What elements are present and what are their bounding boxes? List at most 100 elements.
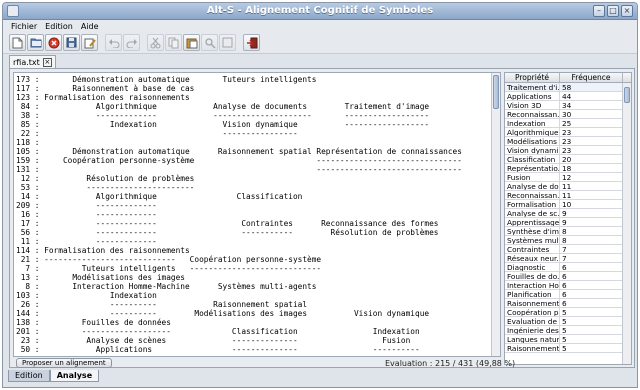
table-scrollbar[interactable] [622,83,631,364]
close-red-icon[interactable] [45,34,62,51]
property-cell: Interaction Ho... [507,281,560,289]
minimize-icon[interactable]: – [593,5,605,17]
table-row[interactable]: Apprentissage 9 [505,218,631,227]
table-row[interactable]: Classification 20 [505,155,631,164]
frequency-cell: 23 [560,146,623,154]
text-line: 84 : Algorithmique Analyse de documents … [16,102,430,111]
table-row[interactable]: Réseaux neur... 7 [505,254,631,263]
find-icon[interactable] [201,34,218,51]
property-cell: Contraintes [505,245,560,253]
table-row[interactable]: Applications 44 [505,92,631,101]
table-row[interactable]: Diagnostic 6 [505,263,631,272]
table-row[interactable]: Reconnaissan... 11 [505,191,631,200]
text-scrollbar[interactable] [491,73,500,356]
table-row[interactable]: Fusion 12 [505,173,631,182]
property-cell: Fusion [505,173,560,181]
alignment-text-area[interactable]: 173 : Démonstration automatique Tuteurs … [13,72,501,357]
table-row[interactable]: Synthèse d'im...8 [505,227,631,236]
frequency-cell: 6 [560,290,623,298]
menu-aide[interactable]: Aide [81,22,99,31]
text-line: 138 : Fouilles de données [16,318,171,327]
select-all-icon[interactable] [219,34,236,51]
cut-icon[interactable] [147,34,164,51]
title-bar[interactable]: Alt-S - Alignement Cognitif de Symboles … [3,3,637,20]
tab-edition[interactable]: Edition [8,370,50,382]
text-scroll-thumb[interactable] [493,75,499,109]
table-row[interactable]: Coopération p... 5 [505,308,631,317]
close-icon[interactable]: × [621,5,633,17]
table-row[interactable]: Analyse de do... 11 [505,182,631,191]
text-line: 23 : Analyse de scènes -------------- Fu… [16,336,411,345]
table-row[interactable]: Evaluation de ...5 [505,317,631,326]
property-cell: Vision 3D [505,101,560,109]
table-row[interactable]: Contraintes 7 [505,245,631,254]
table-row[interactable]: Raisonnement ...5 [505,344,631,353]
text-line: 17 : ------------- Contraintes Reconnais… [16,219,439,228]
text-line: 21 : ---------------------------- Coopér… [16,255,322,264]
column-header-propriete[interactable]: Propriété [505,73,560,82]
table-row[interactable]: Indexation 25 [505,119,631,128]
table-row[interactable]: Fouilles de do... 6 [505,272,631,281]
property-cell: Synthèse d'im... [507,227,560,235]
text-line: 85 : Indexation Vision dynamique -------… [16,120,430,129]
exit-icon[interactable] [243,34,260,51]
table-scroll-thumb[interactable] [624,87,630,103]
text-line: 53 : ----------------------- [16,183,195,192]
frequency-cell: 9 [560,218,623,226]
table-row[interactable]: Reconnaissan... 30 [505,110,631,119]
frequency-cell: 5 [560,326,623,334]
tab-analyse[interactable]: Analyse [49,370,100,382]
table-row[interactable]: Représentatio... 18 [505,164,631,173]
save-icon[interactable] [63,34,80,51]
property-cell: Evaluation de ... [505,317,560,325]
new-file-icon[interactable] [9,34,26,51]
table-row[interactable]: Langues natur...5 [505,335,631,344]
evaluation-status: Evaluation : 215 / 431 (49,88 %) [385,359,516,368]
table-row[interactable]: Vision dynami... 23 [505,146,631,155]
property-cell: Représentatio... [507,164,560,172]
propose-alignment-button[interactable]: Proposer un alignement [16,358,112,368]
menu-edition[interactable]: Edition [45,22,73,31]
menu-bar: Fichier Edition Aide [3,20,637,32]
frequency-cell: 10 [560,200,623,208]
table-row[interactable]: Traitement d'i... 58 [505,83,631,92]
frequency-cell: 25 [560,119,623,127]
document-tab[interactable]: rfia.txt × [9,55,56,68]
frequency-cell: 6 [560,281,623,289]
table-body: Traitement d'i... 58 Applications 44 Vision … [505,83,631,353]
table-row[interactable]: Systèmes mult...8 [505,236,631,245]
frequency-cell: 8 [560,236,623,244]
table-row[interactable]: Formalisation ... 10 [505,200,631,209]
edit-icon[interactable] [81,34,98,51]
undo-icon[interactable] [105,34,122,51]
column-header-frequence[interactable]: Fréquence [560,73,623,82]
table-row[interactable]: Planification 6 [505,290,631,299]
text-line: 13 : Modélisations des images [16,273,185,282]
frequency-cell: 44 [560,92,623,100]
text-line: 209 : ------------- [16,201,157,210]
property-cell: Indexation [505,119,560,127]
table-row[interactable]: Interaction Ho... 6 [505,281,631,290]
table-row[interactable]: Modélisations ...23 [505,137,631,146]
table-row[interactable]: Vision 3D 34 [505,101,631,110]
copy-icon[interactable] [165,34,182,51]
paste-icon[interactable] [183,34,200,51]
table-row[interactable]: Analyse de sc... 9 [505,209,631,218]
table-row[interactable]: Raisonnement ...6 [505,299,631,308]
text-line: 103 : Indexation [16,291,157,300]
property-cell: Fouilles de do... [507,272,560,280]
document-tabs: rfia.txt × [9,55,56,68]
open-folder-icon[interactable] [27,34,44,51]
window-title: Alt-S - Alignement Cognitif de Symboles [206,5,434,16]
text-line: 38 : ------------- ---------------------… [16,111,430,120]
table-row[interactable]: Algorithmique 23 [505,128,631,137]
table-row[interactable]: Ingénierie des... 5 [505,326,631,335]
property-cell: Ingénierie des... [507,326,560,334]
text-line: 144 : ---------- Modélisations des image… [16,309,430,318]
close-tab-icon[interactable]: × [42,57,52,67]
menu-fichier[interactable]: Fichier [11,22,37,31]
redo-icon[interactable] [123,34,140,51]
property-cell: Applications [505,92,560,100]
maximize-icon[interactable]: □ [607,5,619,17]
frequency-cell: 7 [560,245,623,253]
